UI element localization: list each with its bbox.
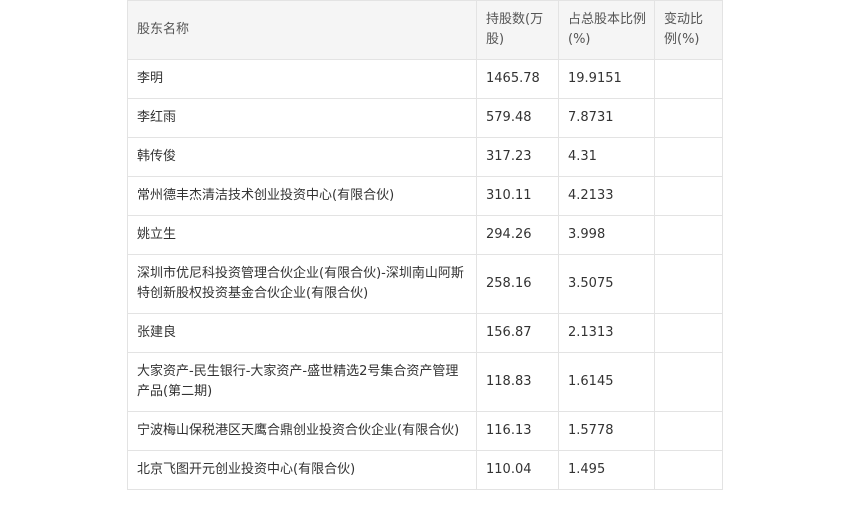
table-row: 北京飞图开元创业投资中心(有限合伙) 110.04 1.495 — [127, 450, 723, 490]
cell-change-ratio — [654, 98, 723, 138]
table-row: 韩传俊 317.23 4.31 — [127, 137, 723, 177]
cell-shareholder-name: 深圳市优尼科投资管理合伙企业(有限合伙)-深圳南山阿斯特创新股权投资基金合伙企业… — [127, 254, 477, 314]
cell-shares: 310.11 — [476, 176, 559, 216]
header-row: 股东名称 持股数(万股) 占总股本比例(%) 变动比例(%) — [127, 0, 723, 60]
shareholders-table: 股东名称 持股数(万股) 占总股本比例(%) 变动比例(%) 李明 1465.78… — [127, 0, 723, 490]
cell-shareholder-name: 常州德丰杰清洁技术创业投资中心(有限合伙) — [127, 176, 477, 216]
table-row: 姚立生 294.26 3.998 — [127, 215, 723, 255]
cell-shares: 1465.78 — [476, 59, 559, 99]
cell-change-ratio — [654, 59, 723, 99]
table-row: 李红雨 579.48 7.8731 — [127, 98, 723, 138]
cell-share-ratio: 4.2133 — [558, 176, 655, 216]
cell-share-ratio: 3.998 — [558, 215, 655, 255]
table-body: 李明 1465.78 19.9151 李红雨 579.48 7.8731 韩传俊 317.23… — [127, 59, 723, 490]
cell-shareholder-name: 韩传俊 — [127, 137, 477, 177]
table-row: 宁波梅山保税港区天鹰合鼎创业投资合伙企业(有限合伙) 116.13 1.5778 — [127, 411, 723, 451]
cell-shareholder-name: 李红雨 — [127, 98, 477, 138]
cell-share-ratio: 1.6145 — [558, 352, 655, 412]
header-share-ratio: 占总股本比例(%) — [558, 0, 655, 60]
cell-shares: 258.16 — [476, 254, 559, 314]
header-shareholder-name: 股东名称 — [127, 0, 477, 60]
cell-share-ratio: 1.5778 — [558, 411, 655, 451]
cell-change-ratio — [654, 313, 723, 353]
cell-change-ratio — [654, 137, 723, 177]
cell-share-ratio: 4.31 — [558, 137, 655, 177]
cell-shares: 294.26 — [476, 215, 559, 255]
cell-shareholder-name: 宁波梅山保税港区天鹰合鼎创业投资合伙企业(有限合伙) — [127, 411, 477, 451]
cell-shares: 579.48 — [476, 98, 559, 138]
table-row: 张建良 156.87 2.1313 — [127, 313, 723, 353]
cell-share-ratio: 3.5075 — [558, 254, 655, 314]
cell-change-ratio — [654, 352, 723, 412]
cell-shares: 118.83 — [476, 352, 559, 412]
cell-change-ratio — [654, 254, 723, 314]
table-row: 深圳市优尼科投资管理合伙企业(有限合伙)-深圳南山阿斯特创新股权投资基金合伙企业… — [127, 254, 723, 314]
table-row: 李明 1465.78 19.9151 — [127, 59, 723, 99]
cell-shares: 110.04 — [476, 450, 559, 490]
cell-shares: 116.13 — [476, 411, 559, 451]
cell-shareholder-name: 李明 — [127, 59, 477, 99]
cell-shares: 317.23 — [476, 137, 559, 177]
table-row: 大家资产-民生银行-大家资产-盛世精选2号集合资产管理产品(第二期) 118.83… — [127, 352, 723, 412]
cell-shareholder-name: 张建良 — [127, 313, 477, 353]
cell-change-ratio — [654, 215, 723, 255]
cell-shareholder-name: 北京飞图开元创业投资中心(有限合伙) — [127, 450, 477, 490]
cell-shareholder-name: 姚立生 — [127, 215, 477, 255]
cell-share-ratio: 2.1313 — [558, 313, 655, 353]
cell-share-ratio: 19.9151 — [558, 59, 655, 99]
cell-change-ratio — [654, 411, 723, 451]
table-header: 股东名称 持股数(万股) 占总股本比例(%) 变动比例(%) — [127, 0, 723, 60]
header-change-ratio: 变动比例(%) — [654, 0, 723, 60]
cell-share-ratio: 7.8731 — [558, 98, 655, 138]
cell-shares: 156.87 — [476, 313, 559, 353]
table-row: 常州德丰杰清洁技术创业投资中心(有限合伙) 310.11 4.2133 — [127, 176, 723, 216]
cell-shareholder-name: 大家资产-民生银行-大家资产-盛世精选2号集合资产管理产品(第二期) — [127, 352, 477, 412]
cell-change-ratio — [654, 176, 723, 216]
cell-change-ratio — [654, 450, 723, 490]
header-shares: 持股数(万股) — [476, 0, 559, 60]
cell-share-ratio: 1.495 — [558, 450, 655, 490]
